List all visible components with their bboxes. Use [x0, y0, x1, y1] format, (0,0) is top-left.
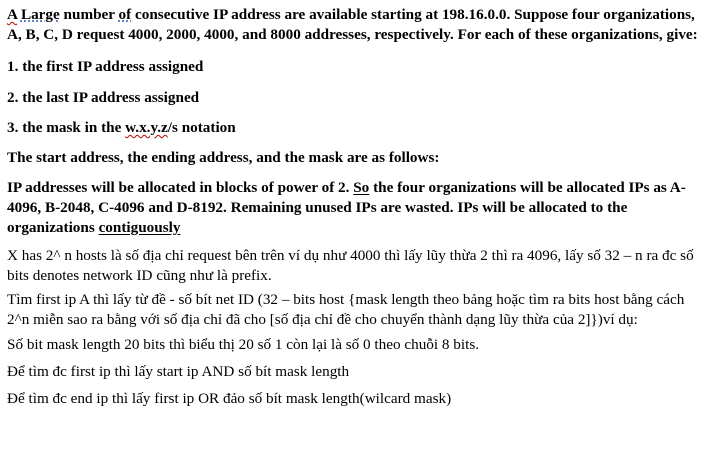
- word-large: Large: [20, 6, 60, 23]
- answer-intro: The start address, the ending address, a…: [7, 149, 440, 166]
- word-of: of: [118, 6, 132, 23]
- question-item-3-prefix: 3. the mask in the: [7, 119, 126, 136]
- note-mask-length: Số bit mask length 20 bits thì biểu thị …: [7, 336, 480, 353]
- question-item-3-suffix: /s notation: [167, 119, 236, 136]
- question-item-3: 3. the mask in the w.x.y.z/s notation: [7, 118, 710, 138]
- allocation-explanation: IP addresses will be allocated in blocks…: [7, 178, 710, 238]
- word-contiguously: contiguously: [98, 219, 181, 236]
- question-item-1: 1. the first IP address assigned: [7, 58, 204, 75]
- problem-statement: A Large number of consecutive IP address…: [7, 5, 710, 45]
- note-start-ip-and: Để tìm đc first ip thì lấy start ip AND …: [7, 363, 350, 380]
- word-number: number: [59, 6, 119, 23]
- word-so: So: [353, 179, 370, 196]
- note-first-ip: Tìm first ip A thì lấy từ đề - số bít ne…: [7, 291, 685, 328]
- note-end-ip-or: Để tìm đc end ip thì lấy first ip OR đảo…: [7, 390, 452, 407]
- allocation-text-start: IP addresses will be allocated in blocks…: [7, 179, 354, 196]
- document-page: A Large number of consecutive IP address…: [7, 0, 710, 409]
- note-hosts: X has 2^ n hosts là số địa chỉ request b…: [7, 247, 694, 284]
- question-item-2: 2. the last IP address assigned: [7, 89, 200, 106]
- mask-notation: w.x.y.z: [125, 119, 168, 136]
- word-a: A: [7, 6, 18, 23]
